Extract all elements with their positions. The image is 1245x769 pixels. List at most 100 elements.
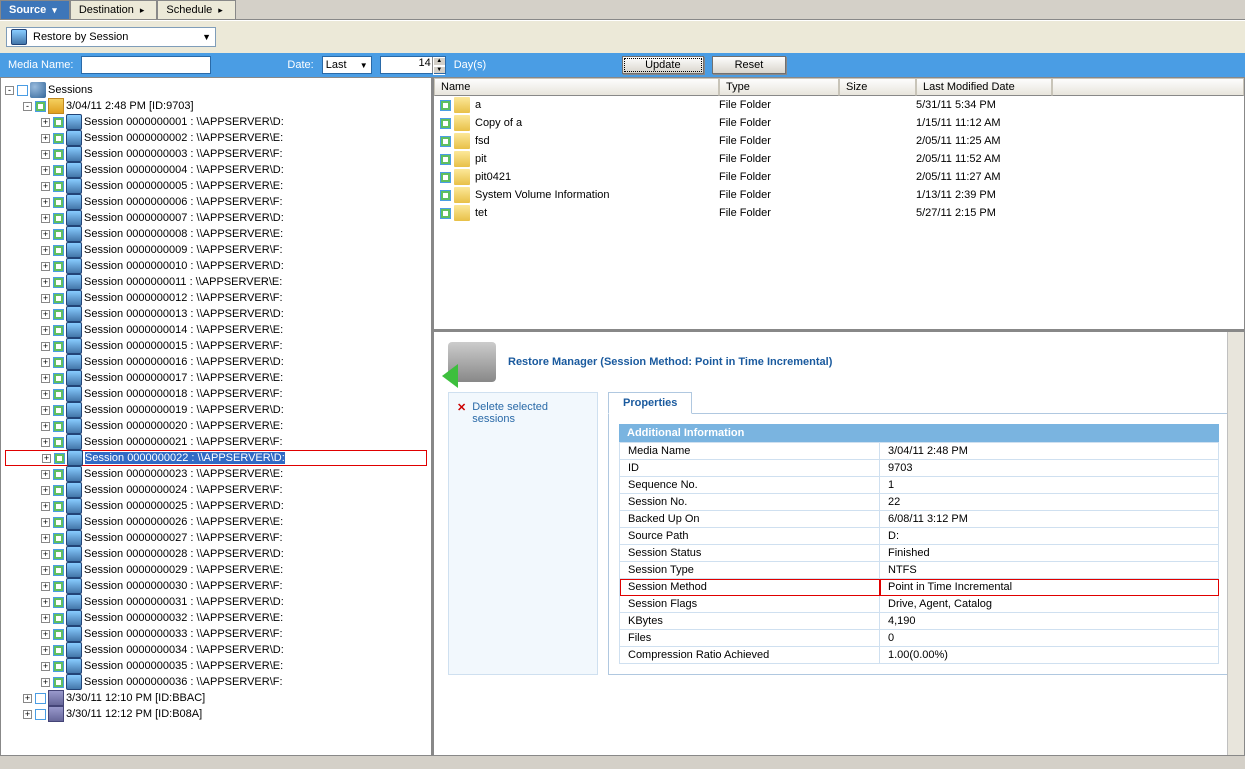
checkbox[interactable] [53,261,64,272]
col-size[interactable]: Size [839,78,916,96]
checkbox[interactable] [53,197,64,208]
tree-node[interactable]: +Session 0000000031 : \\APPSERVER\D: [5,594,427,610]
checkbox[interactable] [440,136,451,147]
expand-icon[interactable]: + [41,582,50,591]
checkbox[interactable] [53,309,64,320]
tree-node[interactable]: +Session 0000000022 : \\APPSERVER\D: [5,450,427,466]
checkbox[interactable] [53,581,64,592]
checkbox[interactable] [53,357,64,368]
properties-tab[interactable]: Properties [608,392,692,414]
checkbox[interactable] [53,245,64,256]
tree-node[interactable]: +Session 0000000015 : \\APPSERVER\F: [5,338,427,354]
tree-node[interactable]: +Session 0000000009 : \\APPSERVER\F: [5,242,427,258]
checkbox[interactable] [53,469,64,480]
tree-node[interactable]: +Session 0000000005 : \\APPSERVER\E: [5,178,427,194]
file-row[interactable]: pitFile Folder2/05/11 11:52 AM [434,150,1244,168]
expand-icon[interactable]: + [41,374,50,383]
checkbox[interactable] [440,172,451,183]
expand-icon[interactable]: + [41,614,50,623]
checkbox[interactable] [53,117,64,128]
expand-icon[interactable]: + [41,422,50,431]
expand-icon[interactable]: + [41,342,50,351]
checkbox[interactable] [53,277,64,288]
col-type[interactable]: Type [719,78,839,96]
expand-icon[interactable]: + [41,502,50,511]
delete-sessions-link[interactable]: Delete selected sessions [457,401,589,425]
checkbox[interactable] [53,293,64,304]
restore-mode-dropdown[interactable]: Restore by Session ▼ [6,27,216,47]
reset-button[interactable]: Reset [712,56,787,74]
checkbox[interactable] [53,149,64,160]
checkbox[interactable] [53,485,64,496]
file-row[interactable]: fsdFile Folder2/05/11 11:25 AM [434,132,1244,150]
tree-node[interactable]: +Session 0000000030 : \\APPSERVER\F: [5,578,427,594]
checkbox[interactable] [440,190,451,201]
expand-icon[interactable]: + [41,278,50,287]
expand-icon[interactable]: + [41,358,50,367]
expand-icon[interactable]: + [41,230,50,239]
checkbox[interactable] [53,389,64,400]
checkbox[interactable] [53,517,64,528]
expand-icon[interactable]: + [41,486,50,495]
checkbox[interactable] [53,213,64,224]
checkbox[interactable] [53,597,64,608]
tree-node[interactable]: +Session 0000000021 : \\APPSERVER\F: [5,434,427,450]
expand-icon[interactable]: + [41,294,50,303]
checkbox[interactable] [53,405,64,416]
expand-icon[interactable]: + [41,182,50,191]
collapse-icon[interactable]: - [23,102,32,111]
expand-icon[interactable]: + [23,710,32,719]
file-list[interactable]: Name Type Size Last Modified Date aFile … [432,77,1245,330]
session-tree[interactable]: -Sessions-3/04/11 2:48 PM [ID:9703]+Sess… [0,77,432,756]
checkbox[interactable] [440,208,451,219]
tree-node[interactable]: +Session 0000000034 : \\APPSERVER\D: [5,642,427,658]
expand-icon[interactable]: + [41,534,50,543]
checkbox[interactable] [17,85,28,96]
expand-icon[interactable]: + [41,646,50,655]
tree-node[interactable]: +Session 0000000024 : \\APPSERVER\F: [5,482,427,498]
date-mode-dropdown[interactable]: Last▼ [322,56,372,74]
tree-node[interactable]: +Session 0000000016 : \\APPSERVER\D: [5,354,427,370]
expand-icon[interactable]: + [41,150,50,159]
tree-node[interactable]: +Session 0000000033 : \\APPSERVER\F: [5,626,427,642]
tree-node[interactable]: +Session 0000000011 : \\APPSERVER\E: [5,274,427,290]
tree-node[interactable]: +Session 0000000026 : \\APPSERVER\E: [5,514,427,530]
spin-up-icon[interactable]: ▲ [433,57,445,66]
expand-icon[interactable]: + [41,134,50,143]
checkbox[interactable] [53,325,64,336]
spin-down-icon[interactable]: ▼ [433,66,445,75]
tree-node[interactable]: +Session 0000000036 : \\APPSERVER\F: [5,674,427,690]
days-spinner[interactable]: 14▲▼ [380,56,446,74]
tree-node[interactable]: -Sessions [5,82,427,98]
tab-schedule[interactable]: Schedule▸ [157,0,235,19]
tree-node[interactable]: +Session 0000000004 : \\APPSERVER\D: [5,162,427,178]
tree-node[interactable]: +Session 0000000019 : \\APPSERVER\D: [5,402,427,418]
tree-node[interactable]: +Session 0000000013 : \\APPSERVER\D: [5,306,427,322]
tree-node[interactable]: +Session 0000000018 : \\APPSERVER\F: [5,386,427,402]
expand-icon[interactable]: + [41,678,50,687]
tree-node[interactable]: +Session 0000000023 : \\APPSERVER\E: [5,466,427,482]
tree-node[interactable]: +Session 0000000008 : \\APPSERVER\E: [5,226,427,242]
checkbox[interactable] [53,437,64,448]
checkbox[interactable] [53,549,64,560]
expand-icon[interactable]: + [41,310,50,319]
checkbox[interactable] [54,453,65,464]
tab-destination[interactable]: Destination▸ [70,0,158,19]
checkbox[interactable] [35,693,46,704]
collapse-icon[interactable]: - [5,86,14,95]
file-row[interactable]: pit0421File Folder2/05/11 11:27 AM [434,168,1244,186]
checkbox[interactable] [53,565,64,576]
file-row[interactable]: aFile Folder5/31/11 5:34 PM [434,96,1244,114]
expand-icon[interactable]: + [41,438,50,447]
col-name[interactable]: Name [434,78,719,96]
update-button[interactable]: Update [622,56,703,74]
checkbox[interactable] [53,373,64,384]
checkbox[interactable] [35,101,46,112]
tree-node[interactable]: +3/30/11 12:12 PM [ID:B08A] [5,706,427,722]
tree-node[interactable]: +Session 0000000002 : \\APPSERVER\E: [5,130,427,146]
checkbox[interactable] [53,501,64,512]
expand-icon[interactable]: + [41,566,50,575]
expand-icon[interactable]: + [41,246,50,255]
tree-node[interactable]: +Session 0000000014 : \\APPSERVER\E: [5,322,427,338]
checkbox[interactable] [440,118,451,129]
